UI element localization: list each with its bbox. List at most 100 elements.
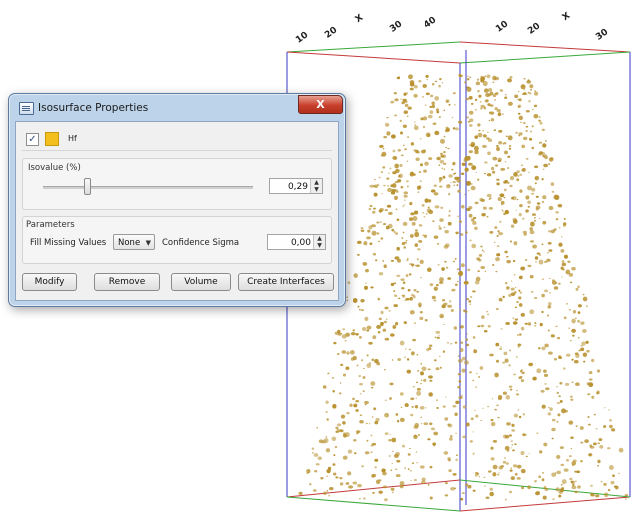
- isovalue-spin-arrows[interactable]: ▲ ▼: [310, 179, 322, 193]
- particle: [452, 127, 456, 130]
- particle: [575, 287, 579, 291]
- fill-missing-dropdown[interactable]: None ▼: [113, 234, 155, 250]
- isosurface-color-swatch[interactable]: [45, 132, 59, 146]
- particle: [517, 175, 520, 177]
- particle: [359, 393, 362, 395]
- particle: [420, 383, 422, 385]
- particle: [571, 485, 577, 490]
- isovalue-slider-thumb[interactable]: [84, 178, 92, 195]
- remove-button[interactable]: Remove: [94, 273, 160, 291]
- particle: [388, 439, 392, 442]
- particle: [497, 473, 500, 476]
- particle: [531, 213, 537, 216]
- particle: [298, 491, 303, 496]
- particle: [571, 318, 576, 324]
- particle: [333, 341, 337, 345]
- particle: [454, 412, 458, 416]
- particle: [364, 404, 367, 406]
- particle: [443, 226, 446, 229]
- particle: [436, 283, 439, 287]
- particle: [341, 334, 347, 339]
- particle: [582, 352, 588, 357]
- particle: [348, 485, 354, 489]
- create-interfaces-button[interactable]: Create Interfaces: [238, 273, 334, 291]
- particle: [529, 137, 533, 141]
- particle: [534, 480, 537, 483]
- particle: [396, 246, 400, 251]
- particle: [464, 310, 468, 313]
- particle: [412, 338, 416, 342]
- particle: [579, 426, 584, 430]
- particle: [422, 212, 425, 214]
- particle: [454, 283, 458, 287]
- particle: [561, 486, 565, 490]
- particle: [370, 381, 376, 386]
- particle: [565, 353, 571, 357]
- spin-down-icon[interactable]: ▼: [311, 186, 322, 193]
- particle: [434, 130, 440, 136]
- particle: [452, 161, 456, 166]
- particle: [512, 196, 517, 201]
- particle: [575, 353, 580, 359]
- particle: [492, 263, 495, 267]
- particle: [530, 130, 532, 133]
- particle: [443, 162, 447, 165]
- isovalue-spinbox[interactable]: 0,29 ▲ ▼: [269, 178, 323, 194]
- particle: [527, 185, 532, 191]
- close-button[interactable]: X: [298, 95, 343, 114]
- particle: [448, 469, 452, 472]
- dialog-titlebar[interactable]: Isosurface Properties X: [9, 94, 345, 120]
- particle: [503, 188, 507, 192]
- particle: [521, 371, 525, 375]
- particle: [529, 230, 535, 235]
- particle: [436, 110, 440, 114]
- particle: [510, 224, 515, 228]
- modify-button[interactable]: Modify: [22, 273, 77, 291]
- particle: [385, 122, 390, 127]
- particle: [538, 141, 543, 144]
- particle: [445, 146, 447, 149]
- isosurface-visible-checkbox[interactable]: ✓: [26, 133, 39, 146]
- particle: [569, 340, 572, 342]
- particle: [509, 184, 513, 188]
- volume-button[interactable]: Volume: [171, 273, 231, 291]
- particle: [455, 400, 460, 405]
- particle: [414, 124, 417, 126]
- particle: [380, 171, 384, 173]
- particle: [516, 178, 520, 182]
- particle: [553, 357, 558, 361]
- particle: [440, 281, 443, 284]
- particle: [567, 260, 571, 264]
- particle: [417, 369, 420, 372]
- particle: [570, 395, 573, 398]
- particle: [429, 283, 434, 287]
- particle: [523, 136, 528, 141]
- spin-down-icon[interactable]: ▼: [314, 242, 325, 249]
- confidence-sigma-spinbox[interactable]: 0,00 ▲ ▼: [267, 234, 326, 250]
- confidence-spin-arrows[interactable]: ▲ ▼: [313, 235, 325, 249]
- particle: [534, 90, 536, 92]
- particle: [558, 282, 561, 285]
- particle: [496, 235, 499, 237]
- particle: [462, 492, 465, 495]
- particle: [399, 392, 404, 396]
- particle: [492, 170, 496, 174]
- particle: [444, 494, 449, 497]
- particle: [333, 454, 336, 457]
- particle: [418, 239, 423, 243]
- particle: [377, 297, 381, 301]
- particle: [339, 392, 342, 395]
- spin-up-icon[interactable]: ▲: [314, 235, 325, 242]
- particle: [418, 224, 423, 227]
- particle: [475, 81, 481, 86]
- spin-up-icon[interactable]: ▲: [311, 179, 322, 186]
- particle: [412, 216, 418, 221]
- particle: [445, 99, 450, 103]
- particle: [498, 141, 503, 145]
- particle: [471, 165, 477, 171]
- particle: [390, 184, 395, 188]
- particle: [408, 74, 413, 80]
- particle: [571, 328, 577, 333]
- isovalue-slider-track[interactable]: [43, 186, 253, 189]
- particle: [543, 442, 548, 447]
